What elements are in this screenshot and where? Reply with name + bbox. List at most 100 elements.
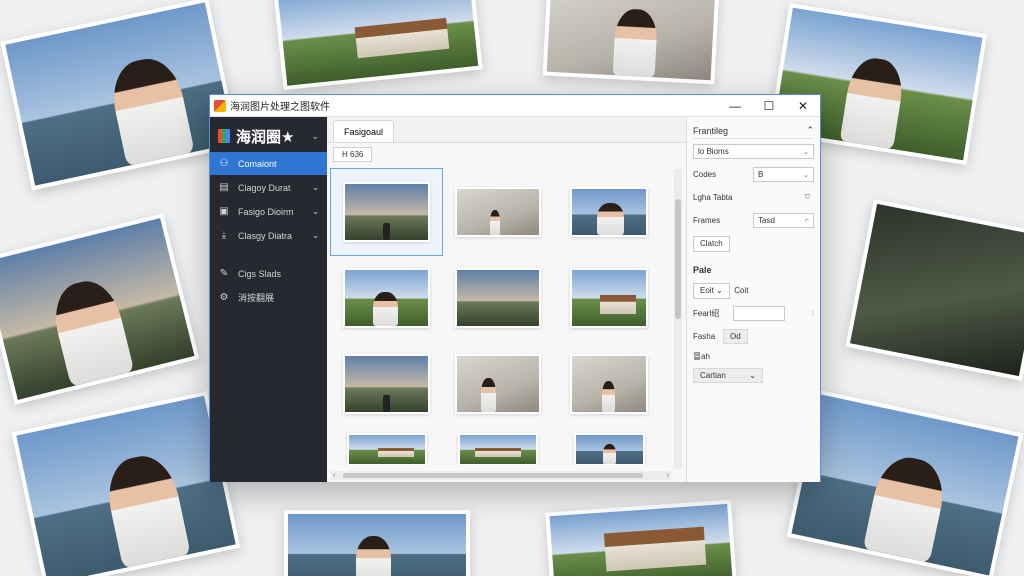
gear-icon: ⚙ (219, 292, 229, 303)
thumbnail-cell[interactable] (442, 255, 553, 341)
thumbnail-cell[interactable] (442, 341, 553, 427)
maximize-button[interactable]: ☐ (752, 95, 786, 117)
brand-name: 海润圈★ (236, 128, 295, 146)
background-photo-camera (845, 199, 1024, 381)
thumbnail-cell[interactable] (554, 169, 665, 255)
sidebar-item-settings[interactable]: ⚙ 消按翻展 (210, 286, 327, 309)
path-bar: H 636 (327, 143, 686, 165)
frames-field[interactable]: Tasd ⌐ (753, 213, 814, 228)
brand-switcher[interactable]: 海润圈★ ⌄ (210, 121, 327, 151)
thumbnail-image (573, 433, 645, 465)
sidebar-item-cigs-slads[interactable]: ✎ Cigs Slads (210, 262, 327, 285)
thumbnail-image (457, 433, 539, 465)
edit-row: Eoit ⌄ Coit (693, 280, 814, 301)
thumbnail-image (343, 267, 431, 329)
thumbnail-image (454, 187, 542, 237)
sidebar-item-ciagoy-durat[interactable]: ▤ Ciagoy Durat ⌄ (210, 176, 327, 199)
combo-row: Cartian ⌄ (693, 365, 814, 386)
codes-label: Codes (693, 170, 717, 179)
thumbnail-grid (327, 165, 669, 465)
thumbnail-cell[interactable] (554, 255, 665, 341)
sidebar-item-fasigo-dioirm[interactable]: ▣ Fasigo Dioirm ⌄ (210, 200, 327, 223)
thumbnail-cell[interactable] (329, 168, 444, 256)
background-photo-woman-sky (786, 389, 1024, 576)
background-photo-cottage (545, 499, 737, 576)
fearl-input[interactable] (733, 306, 785, 321)
sidebar-item-label: Comaiont (238, 158, 277, 169)
combo-value: Cartian (700, 371, 726, 380)
breadcrumb[interactable]: H 636 (333, 146, 373, 162)
thumbnail-cell[interactable] (442, 169, 553, 255)
panel-title: Frantileg (693, 125, 729, 136)
fasha-value[interactable]: Od (723, 329, 748, 344)
shield-icon: ⛉ (804, 193, 810, 201)
match-button[interactable]: Clatch (693, 235, 730, 252)
combo-select[interactable]: Cartian ⌄ (693, 368, 763, 383)
app-window: 海润图片处理之图软件 — ☐ ✕ 海润圈★ ⌄ ⚇ Comaiont ▤ Cia… (209, 94, 821, 482)
tab-fasigoaul[interactable]: Fasigoaul (333, 120, 395, 142)
thumbnail-cell[interactable] (331, 255, 442, 341)
frames-label: Frames (693, 216, 721, 225)
preset-row: lo Bioms ⌄ (693, 141, 814, 162)
thumbnail-cell[interactable] (554, 427, 665, 465)
sub-row: 冒ah (693, 349, 814, 363)
close-button[interactable]: ✕ (786, 95, 820, 117)
thumbnail-cell[interactable] (331, 427, 442, 465)
thumbnail-cell[interactable] (442, 427, 553, 465)
codes-select[interactable]: B ⌄ (753, 167, 814, 182)
background-photo-woman-building (284, 510, 470, 576)
grid-icon: ▤ (219, 182, 229, 193)
thumbnail-image (346, 433, 427, 465)
background-photo-woman-sunset (0, 213, 200, 405)
thumbnail-image (454, 267, 542, 329)
horizontal-scrollbar[interactable]: ‹ › (331, 471, 671, 480)
sidebar-item-comaiont[interactable]: ⚇ Comaiont (210, 152, 327, 175)
edit-select[interactable]: Eoit ⌄ (693, 282, 730, 299)
fearl-row: Fearl绍 ⁞ (693, 303, 814, 324)
match-row: Clatch (693, 233, 814, 254)
background-photo-woman-lake (0, 0, 240, 191)
scroll-left-icon[interactable]: ‹ (333, 472, 335, 479)
wrench-icon: ✎ (219, 268, 229, 279)
codes-row: Codes B ⌄ (693, 164, 814, 185)
codes-value: B (758, 170, 764, 179)
thumbnail-cell[interactable] (554, 341, 665, 427)
tgha-label: Lgha Tabta (693, 193, 733, 202)
chevron-down-icon: ⌄ (803, 148, 809, 156)
scroll-right-icon[interactable]: › (667, 472, 669, 479)
group-icon: ⚇ (219, 158, 229, 169)
chevron-down-icon: ⌄ (749, 371, 756, 380)
fasha-row: Fasha Od (693, 326, 814, 347)
app-logo-icon (214, 99, 226, 112)
preset-prefix: lo (698, 147, 705, 156)
vertical-scrollbar[interactable] (674, 169, 682, 469)
edit-label: Coit (734, 286, 749, 295)
sidebar-item-label: 消按翻展 (238, 293, 275, 303)
panel-header: Frantileg ⌃ (693, 123, 814, 139)
collapse-icon[interactable]: ⌃ (806, 125, 814, 136)
sidebar-item-clasgy-diatra[interactable]: ⤓ Clasgy Diatra ⌄ (210, 224, 327, 247)
scrollbar-thumb[interactable] (675, 199, 681, 319)
thumbnail-image (454, 353, 542, 415)
chevron-down-icon: ⌄ (312, 207, 319, 216)
chevron-down-icon: ⌄ (312, 231, 319, 240)
chevron-down-icon: ⌄ (312, 183, 319, 192)
bracket-icon: ⌐ (804, 217, 809, 224)
preset-select[interactable]: lo Bioms ⌄ (693, 144, 814, 159)
tgha-field[interactable]: ⛉ (753, 190, 814, 205)
section-title: Pale (693, 265, 712, 275)
scrollbar-thumb[interactable] (343, 473, 643, 478)
frames-value: Tasd (758, 216, 775, 225)
drag-handle-icon[interactable]: ⁞ (812, 309, 814, 318)
thumbnail-image (570, 267, 649, 329)
chevron-down-icon: ⌄ (311, 130, 319, 141)
thumbnail-cell[interactable] (331, 341, 442, 427)
sub-label: 冒ah (693, 351, 710, 361)
minimize-button[interactable]: — (718, 95, 752, 117)
sidebar-item-label: Fasigo Dioirm (238, 206, 294, 217)
window-title: 海润图片处理之图软件 (230, 102, 330, 113)
fasha-label: Fasha (693, 332, 716, 341)
title-bar: 海润图片处理之图软件 — ☐ ✕ (210, 95, 820, 117)
frames-row: Frames Tasd ⌐ (693, 210, 814, 231)
thumbnail-image (343, 353, 431, 415)
